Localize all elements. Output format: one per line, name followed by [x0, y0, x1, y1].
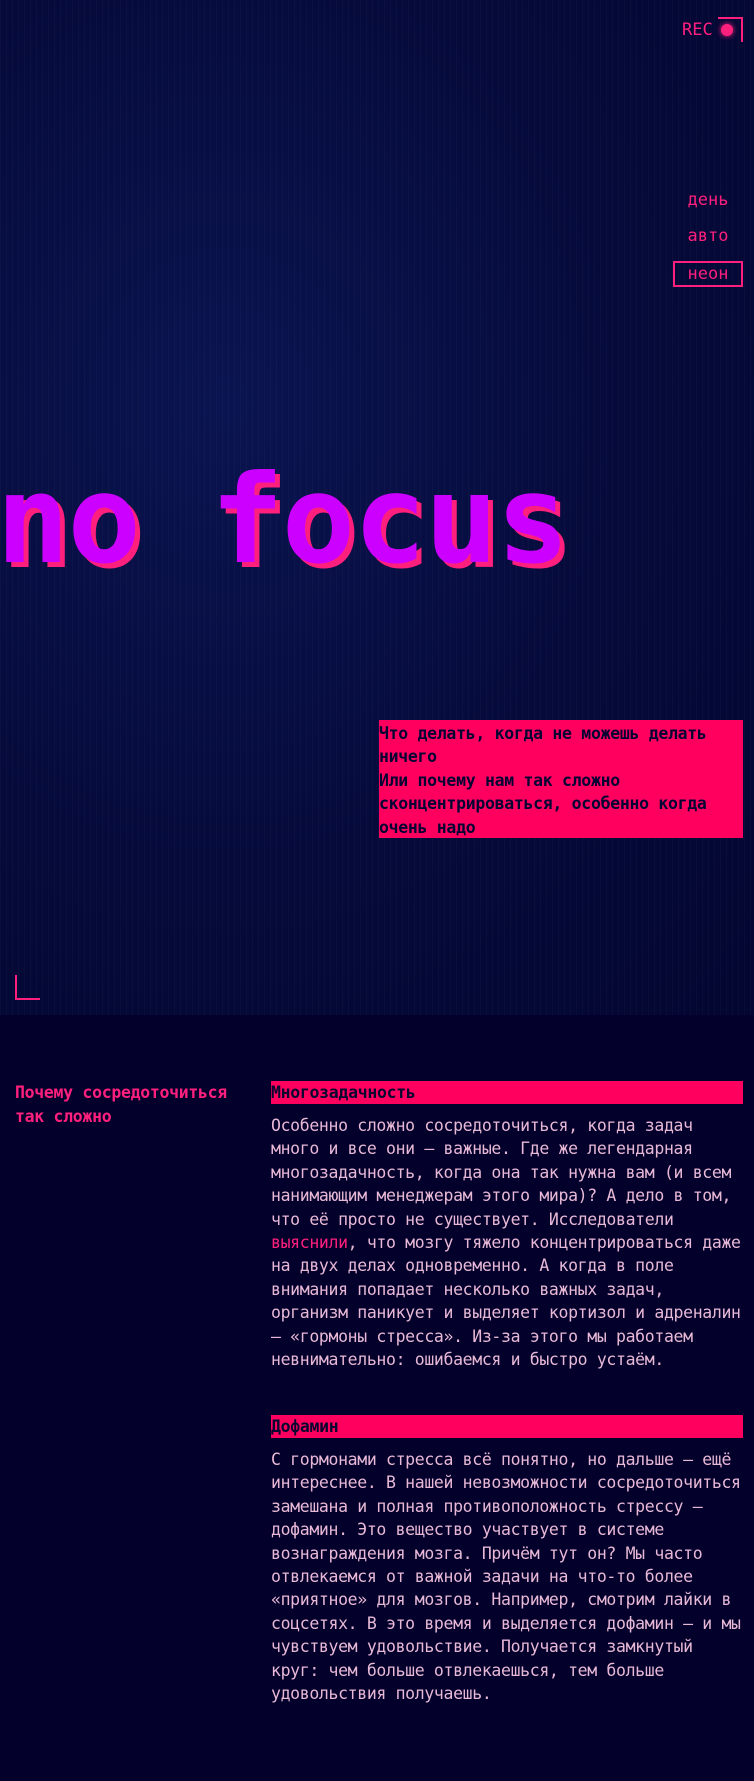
subtitle-box: Что делать, когда не можешь делать ничег… [379, 720, 743, 838]
section-text-dopamine: С гормонами стресса всё понятно, но даль… [271, 1450, 741, 1704]
corner-bracket-bottom-left [15, 975, 40, 1000]
theme-neon-button[interactable]: неон [673, 261, 743, 287]
corner-bracket-top-right [718, 17, 743, 42]
section-heading-dopamine: Дофамин [271, 1415, 743, 1438]
section-text-multitasking: Особенно сложно сосредоточиться, когда з… [271, 1114, 746, 1371]
article-side-heading: Почему сосредоточиться так сложно [15, 1083, 227, 1126]
page-title: no focus [0, 449, 570, 591]
section-heading-multitasking: Многозадачность [271, 1081, 743, 1104]
text-before-link: Особенно сложно сосредоточиться, когда з… [271, 1116, 732, 1229]
subtitle-line-2: Или почему нам так сложно сконцентрирова… [379, 770, 707, 837]
theme-auto-button[interactable]: авто [673, 224, 743, 250]
text-after-link: , что мозгу тяжело концентрироваться даж… [271, 1233, 741, 1370]
hero-section: REC день авто неон no focus Что делать, … [0, 0, 754, 1015]
theme-day-button[interactable]: день [673, 188, 743, 214]
research-link[interactable]: выяснили [271, 1233, 348, 1252]
rec-label: REC [682, 20, 713, 40]
subtitle-line-1: Что делать, когда не можешь делать ничег… [379, 724, 707, 767]
